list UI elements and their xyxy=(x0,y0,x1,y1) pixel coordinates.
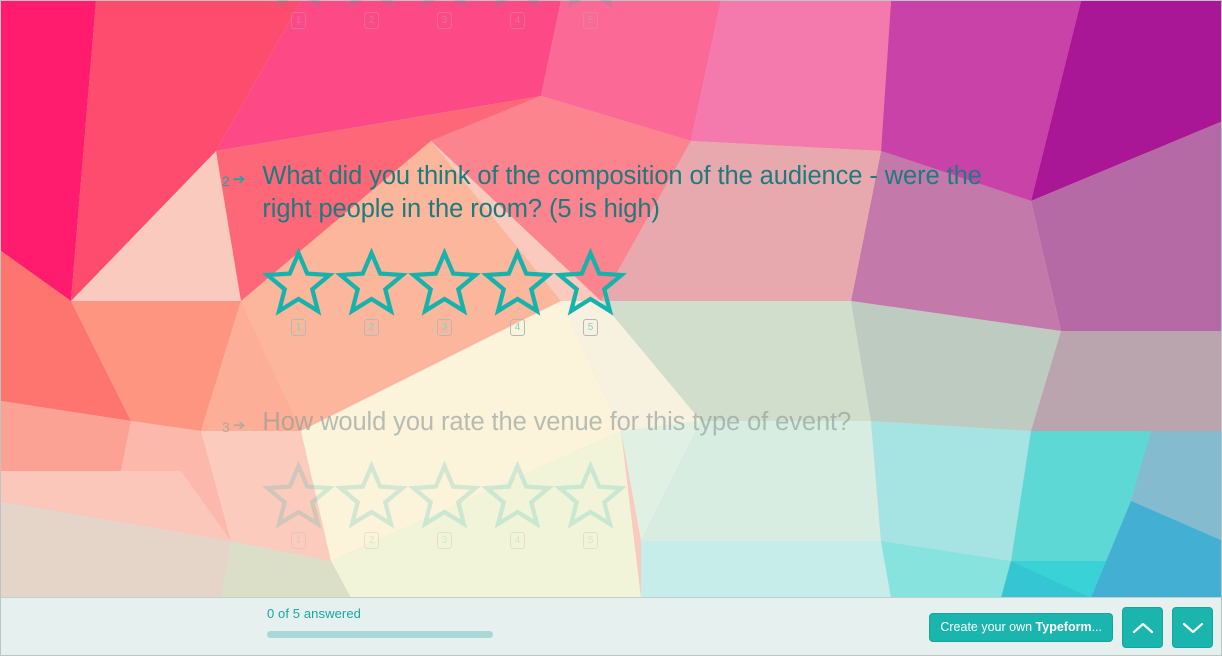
star-rating-option-5[interactable]: 5 xyxy=(554,0,627,29)
question-3-text: How would you rate the venue for this ty… xyxy=(262,408,852,436)
key-hint-5: 5 xyxy=(583,532,598,549)
chevron-down-icon xyxy=(1182,622,1203,633)
star-icon[interactable] xyxy=(412,0,477,9)
star-rating-option-4[interactable]: 4 xyxy=(481,247,554,336)
key-hint-4: 4 xyxy=(510,12,525,29)
key-hint-4: 4 xyxy=(510,319,525,336)
star-rating-option-4[interactable]: 4 xyxy=(481,0,554,29)
star-rating-option-3[interactable]: 3 xyxy=(408,247,481,336)
star-icon[interactable] xyxy=(554,247,627,316)
question-2-text: What did you think of the composition of… xyxy=(262,162,982,223)
key-hint-4: 4 xyxy=(510,532,525,549)
survey-footer: 0 of 5 answered Create your own Typeform… xyxy=(0,597,1222,656)
key-hint-3: 3 xyxy=(437,12,452,29)
key-hint-1: 1 xyxy=(291,319,306,336)
star-icon[interactable] xyxy=(485,0,550,9)
nav-previous-button[interactable] xyxy=(1122,607,1163,648)
star-icon[interactable] xyxy=(481,460,554,529)
star-rating-option-1[interactable]: 1 xyxy=(262,247,335,336)
progress-label: 0 of 5 answered xyxy=(267,606,362,621)
star-icon[interactable] xyxy=(262,247,335,316)
rating-stars-3[interactable]: 1 2 3 4 5 xyxy=(0,460,1222,549)
key-hint-5: 5 xyxy=(583,319,598,336)
star-rating-option-2[interactable]: 2 xyxy=(335,247,408,336)
star-rating-option-4[interactable]: 4 xyxy=(481,460,554,549)
key-hint-1: 1 xyxy=(291,12,306,29)
star-icon[interactable] xyxy=(481,247,554,316)
question-3-number: 3 xyxy=(222,419,230,435)
star-icon[interactable] xyxy=(335,460,408,529)
typeform-survey-page: 1 ➔ 1 2 xyxy=(0,0,1222,656)
star-rating-option-1[interactable]: 1 xyxy=(262,460,335,549)
question-2-header: 2 ➔ What did you think of the compositio… xyxy=(0,160,1222,226)
question-block-3[interactable]: 3 ➔ How would you rate the venue for thi… xyxy=(0,406,1222,549)
footer-actions: Create your own Typeform... xyxy=(929,607,1213,648)
question-3-header: 3 ➔ How would you rate the venue for thi… xyxy=(0,406,1222,439)
cta-prefix: Create your own xyxy=(940,620,1036,634)
star-rating-option-3[interactable]: 3 xyxy=(408,460,481,549)
key-hint-2: 2 xyxy=(364,12,379,29)
progress-bar xyxy=(267,631,493,638)
progress-area: 0 of 5 answered xyxy=(267,606,493,638)
key-hint-3: 3 xyxy=(437,319,452,336)
star-icon[interactable] xyxy=(262,460,335,529)
star-rating-option-2[interactable]: 2 xyxy=(335,0,408,29)
question-block-1[interactable]: 1 ➔ 1 2 xyxy=(0,0,1222,29)
nav-next-button[interactable] xyxy=(1172,607,1213,648)
star-rating-option-5[interactable]: 5 xyxy=(554,247,627,336)
key-hint-2: 2 xyxy=(364,532,379,549)
question-block-2[interactable]: 2 ➔ What did you think of the compositio… xyxy=(0,160,1222,336)
chevron-up-icon xyxy=(1132,622,1153,633)
star-icon[interactable] xyxy=(266,0,331,9)
star-rating-option-2[interactable]: 2 xyxy=(335,460,408,549)
question-2-number: 2 xyxy=(222,173,230,189)
key-hint-5: 5 xyxy=(583,12,598,29)
star-rating-option-5[interactable]: 5 xyxy=(554,460,627,549)
star-icon[interactable] xyxy=(408,247,481,316)
rating-stars-1[interactable]: 1 2 3 4 5 xyxy=(0,0,1222,29)
star-icon[interactable] xyxy=(408,460,481,529)
key-hint-1: 1 xyxy=(291,532,306,549)
star-rating-option-1[interactable]: 1 xyxy=(262,0,335,29)
star-icon[interactable] xyxy=(339,0,404,9)
cta-suffix: ... xyxy=(1091,620,1102,634)
star-rating-option-3[interactable]: 3 xyxy=(408,0,481,29)
arrow-right-icon: ➔ xyxy=(232,417,246,434)
create-your-own-typeform-button[interactable]: Create your own Typeform... xyxy=(929,613,1113,642)
star-icon[interactable] xyxy=(335,247,408,316)
arrow-right-icon: ➔ xyxy=(232,171,246,188)
cta-brand: Typeform xyxy=(1035,620,1092,634)
key-hint-3: 3 xyxy=(437,532,452,549)
rating-stars-2[interactable]: 1 2 3 4 5 xyxy=(0,247,1222,336)
star-icon[interactable] xyxy=(558,0,623,9)
star-icon[interactable] xyxy=(554,460,627,529)
key-hint-2: 2 xyxy=(364,319,379,336)
questions-viewport[interactable]: 1 ➔ 1 2 xyxy=(0,0,1222,597)
